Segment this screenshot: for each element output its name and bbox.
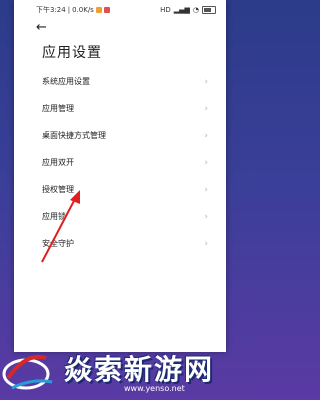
settings-list: 系统应用设置 › 应用管理 › 桌面快捷方式管理 › 应用双开 › 授权管理 ›…: [14, 68, 226, 257]
chevron-right-icon: ›: [204, 103, 208, 114]
menu-item-label: 应用双开: [42, 158, 74, 167]
menu-item-system-app-settings[interactable]: 系统应用设置 ›: [14, 68, 226, 95]
watermark-brand: 焱索新游网: [64, 353, 215, 386]
menu-item-permissions[interactable]: 授权管理 ›: [14, 176, 226, 203]
status-time: 下午3:24: [36, 6, 66, 14]
hd-icon: HD: [160, 6, 171, 14]
chevron-right-icon: ›: [204, 211, 208, 222]
menu-item-label: 授权管理: [42, 185, 74, 194]
chevron-right-icon: ›: [204, 238, 208, 249]
app-notification-icon: [103, 7, 110, 13]
wifi-icon: ◔: [192, 6, 199, 14]
menu-item-security-guard[interactable]: 安全守护 ›: [14, 230, 226, 257]
watermark: 焱索新游网 www.yenso.net: [0, 344, 240, 400]
watermark-url: www.yenso.net: [124, 384, 185, 393]
chevron-right-icon: ›: [204, 184, 208, 195]
menu-item-label: 系统应用设置: [42, 77, 90, 86]
menu-item-shortcut-management[interactable]: 桌面快捷方式管理 ›: [14, 122, 226, 149]
menu-item-label: 安全守护: [42, 239, 74, 248]
chevron-right-icon: ›: [204, 157, 208, 168]
status-bar: 下午3:24 | 0.0K/s HD ▂▄▆ ◔: [14, 0, 226, 20]
battery-icon: [202, 6, 216, 14]
back-button[interactable]: ←: [36, 20, 47, 35]
watermark-logo-icon: [2, 355, 53, 390]
menu-item-label: 桌面快捷方式管理: [42, 131, 106, 140]
page-title: 应用设置: [42, 45, 102, 61]
menu-item-app-management[interactable]: 应用管理 ›: [14, 95, 226, 122]
menu-item-label: 应用锁: [42, 212, 66, 221]
menu-item-label: 应用管理: [42, 104, 74, 113]
menu-item-dual-apps[interactable]: 应用双开 ›: [14, 149, 226, 176]
menu-item-app-lock[interactable]: 应用锁 ›: [14, 203, 226, 230]
phone-screen: 下午3:24 | 0.0K/s HD ▂▄▆ ◔ ← 应用设置 系统应用设置 ›…: [14, 0, 226, 352]
signal-icon: ▂▄▆: [173, 6, 190, 14]
status-speed: 0.0K/s: [72, 6, 94, 14]
notification-icon: [95, 7, 102, 13]
chevron-right-icon: ›: [204, 76, 208, 87]
chevron-right-icon: ›: [204, 130, 208, 141]
